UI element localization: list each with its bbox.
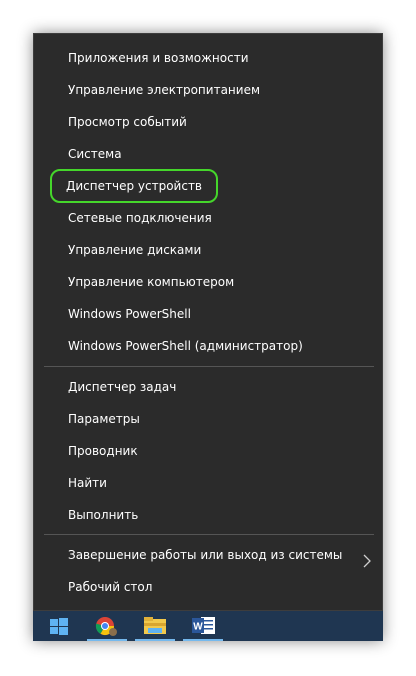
chevron-right-icon xyxy=(363,554,371,568)
menu-item-disk-management[interactable]: Управление дисками xyxy=(68,239,201,261)
menu-separator xyxy=(44,366,374,367)
menu-item-computer-management[interactable]: Управление компьютером xyxy=(68,271,234,293)
running-indicator xyxy=(135,639,175,641)
file-explorer-icon xyxy=(144,617,166,634)
word-icon: W xyxy=(192,617,215,634)
menu-item-run[interactable]: Выполнить xyxy=(68,504,138,526)
menu-item-powershell-admin[interactable]: Windows PowerShell (администратор) xyxy=(68,335,303,357)
taskbar: W xyxy=(33,611,383,641)
taskbar-explorer-button[interactable] xyxy=(135,611,175,641)
menu-separator xyxy=(44,534,374,535)
winx-menu-window: Приложения и возможности Управление элек… xyxy=(33,33,383,641)
start-button[interactable] xyxy=(39,611,79,641)
menu-item-device-manager[interactable]: Диспетчер устройств xyxy=(49,169,219,203)
menu-item-desktop[interactable]: Рабочий стол xyxy=(68,576,152,598)
menu-item-event-viewer[interactable]: Просмотр событий xyxy=(68,111,187,133)
menu-item-powershell[interactable]: Windows PowerShell xyxy=(68,303,191,325)
menu-item-system[interactable]: Система xyxy=(68,143,122,165)
menu-item-network-connections[interactable]: Сетевые подключения xyxy=(68,207,212,229)
menu-item-search[interactable]: Найти xyxy=(68,472,107,494)
menu-item-task-manager[interactable]: Диспетчер задач xyxy=(68,376,176,398)
menu-item-shutdown-signout[interactable]: Завершение работы или выход из системы xyxy=(68,544,342,566)
menu-item-power-options[interactable]: Управление электропитанием xyxy=(68,79,260,101)
menu-item-apps-features[interactable]: Приложения и возможности xyxy=(68,47,249,69)
chrome-icon xyxy=(95,617,117,636)
menu-item-settings[interactable]: Параметры xyxy=(68,408,140,430)
taskbar-chrome-button[interactable] xyxy=(87,611,127,641)
windows-start-icon xyxy=(50,618,68,635)
menu-item-file-explorer[interactable]: Проводник xyxy=(68,440,138,462)
running-indicator xyxy=(183,639,223,641)
running-indicator xyxy=(87,639,127,641)
svg-text:W: W xyxy=(193,622,203,633)
taskbar-word-button[interactable]: W xyxy=(183,611,223,641)
context-menu: Приложения и возможности Управление элек… xyxy=(33,33,383,611)
